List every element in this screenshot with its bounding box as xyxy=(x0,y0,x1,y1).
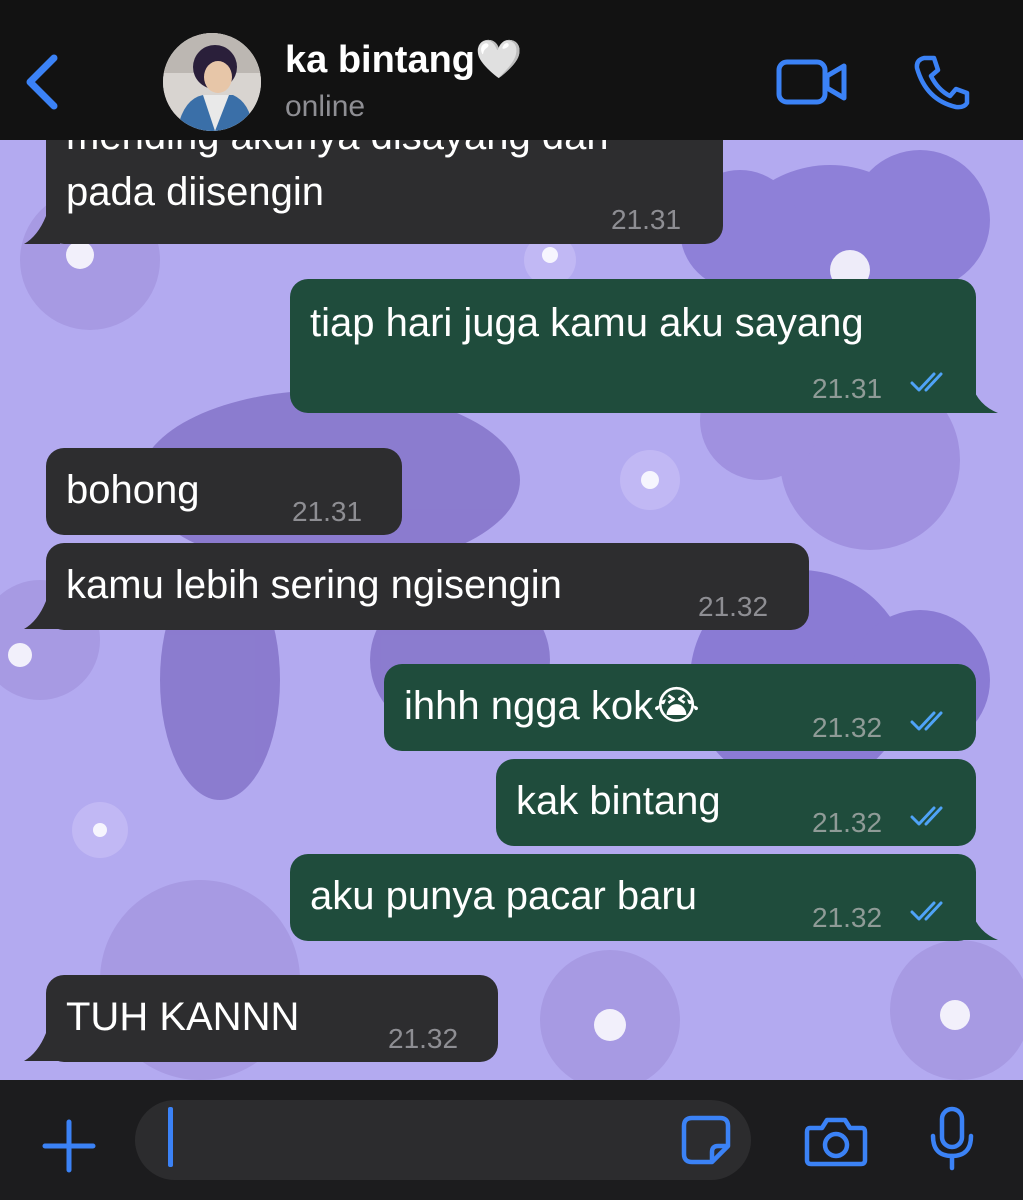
read-receipt-icon xyxy=(910,372,943,392)
message-outgoing[interactable]: aku punya pacar baru 21.32 xyxy=(290,854,976,941)
message-time: 21.32 xyxy=(698,591,769,622)
sticker-button[interactable] xyxy=(678,1112,734,1168)
message-text: mending akunya disayang dari xyxy=(66,140,609,160)
message-text: ihhh ngga kok😭 xyxy=(404,684,700,728)
message-text: TUH KANNN xyxy=(66,995,300,1039)
message-outgoing[interactable]: ihhh ngga kok😭 21.32 xyxy=(384,664,976,751)
bubble-tail xyxy=(24,1033,60,1061)
message-time: 21.31 xyxy=(292,496,363,527)
voice-call-button[interactable] xyxy=(912,54,970,110)
read-receipt-icon xyxy=(910,901,943,921)
camera-button[interactable] xyxy=(804,1114,868,1168)
message-input[interactable] xyxy=(135,1100,751,1180)
message-text: kamu lebih sering ngisengin xyxy=(66,563,562,607)
contact-status: online xyxy=(285,90,366,123)
attach-button[interactable] xyxy=(38,1118,100,1174)
back-chevron-icon xyxy=(26,54,58,110)
message-time: 21.31 xyxy=(812,373,883,404)
message-incoming[interactable]: mending akunya disayang dari pada diisen… xyxy=(46,140,723,244)
message-time: 21.32 xyxy=(388,1023,459,1054)
plus-icon xyxy=(42,1119,96,1173)
message-incoming[interactable]: TUH KANNN 21.32 xyxy=(46,975,498,1062)
message-text: aku punya pacar baru xyxy=(310,874,697,918)
video-call-button[interactable] xyxy=(776,58,848,106)
bubble-tail xyxy=(24,216,60,244)
sticker-icon xyxy=(681,1115,731,1165)
bubble-tail xyxy=(956,912,998,940)
chat-header: ka bintang🤍 online xyxy=(0,0,1023,140)
message-text: pada diisengin xyxy=(66,170,324,214)
avatar-image xyxy=(163,33,261,131)
video-camera-icon xyxy=(776,59,847,105)
message-text: bohong xyxy=(66,468,200,512)
text-caret xyxy=(168,1107,173,1167)
message-text: tiap hari juga kamu aku sayang xyxy=(310,301,864,345)
microphone-icon xyxy=(930,1106,974,1171)
message-outgoing[interactable]: tiap hari juga kamu aku sayang 21.31 xyxy=(290,279,976,413)
contact-name[interactable]: ka bintang🤍 xyxy=(285,38,522,82)
read-receipt-icon xyxy=(910,806,943,826)
microphone-button[interactable] xyxy=(928,1106,976,1172)
message-text: kak bintang xyxy=(516,779,721,823)
message-time: 21.31 xyxy=(611,204,682,235)
chat-area[interactable]: mending akunya disayang dari pada diisen… xyxy=(0,140,1023,1080)
back-button[interactable] xyxy=(20,50,64,114)
bubble-tail xyxy=(956,385,998,413)
message-incoming[interactable]: kamu lebih sering ngisengin 21.32 xyxy=(46,543,809,630)
message-incoming[interactable]: bohong 21.31 xyxy=(46,448,402,535)
message-time: 21.32 xyxy=(812,807,883,838)
avatar[interactable] xyxy=(163,33,261,131)
phone-icon xyxy=(914,55,970,110)
read-receipt-icon xyxy=(910,711,943,731)
camera-icon xyxy=(804,1117,868,1167)
message-time: 21.32 xyxy=(812,902,883,933)
bubble-tail xyxy=(24,601,60,629)
message-time: 21.32 xyxy=(812,712,883,743)
message-outgoing[interactable]: kak bintang 21.32 xyxy=(496,759,976,846)
